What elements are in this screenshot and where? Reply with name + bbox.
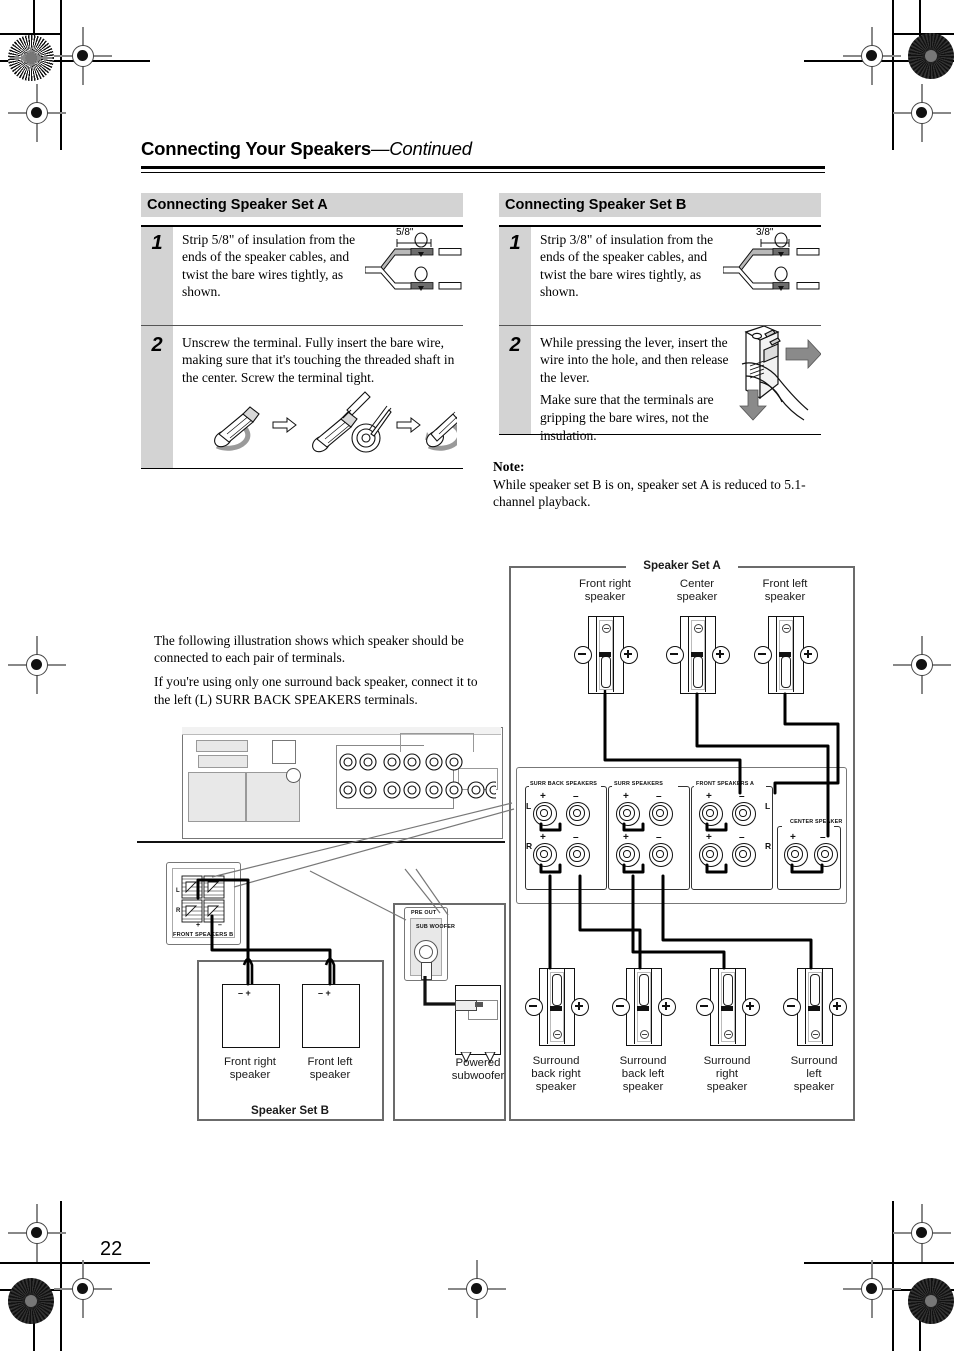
connection-diagram: Speaker Set A Speaker Set B Front right s… — [0, 0, 954, 1351]
page-number: 22 — [100, 1238, 123, 1260]
wire-routing — [196, 690, 840, 986]
